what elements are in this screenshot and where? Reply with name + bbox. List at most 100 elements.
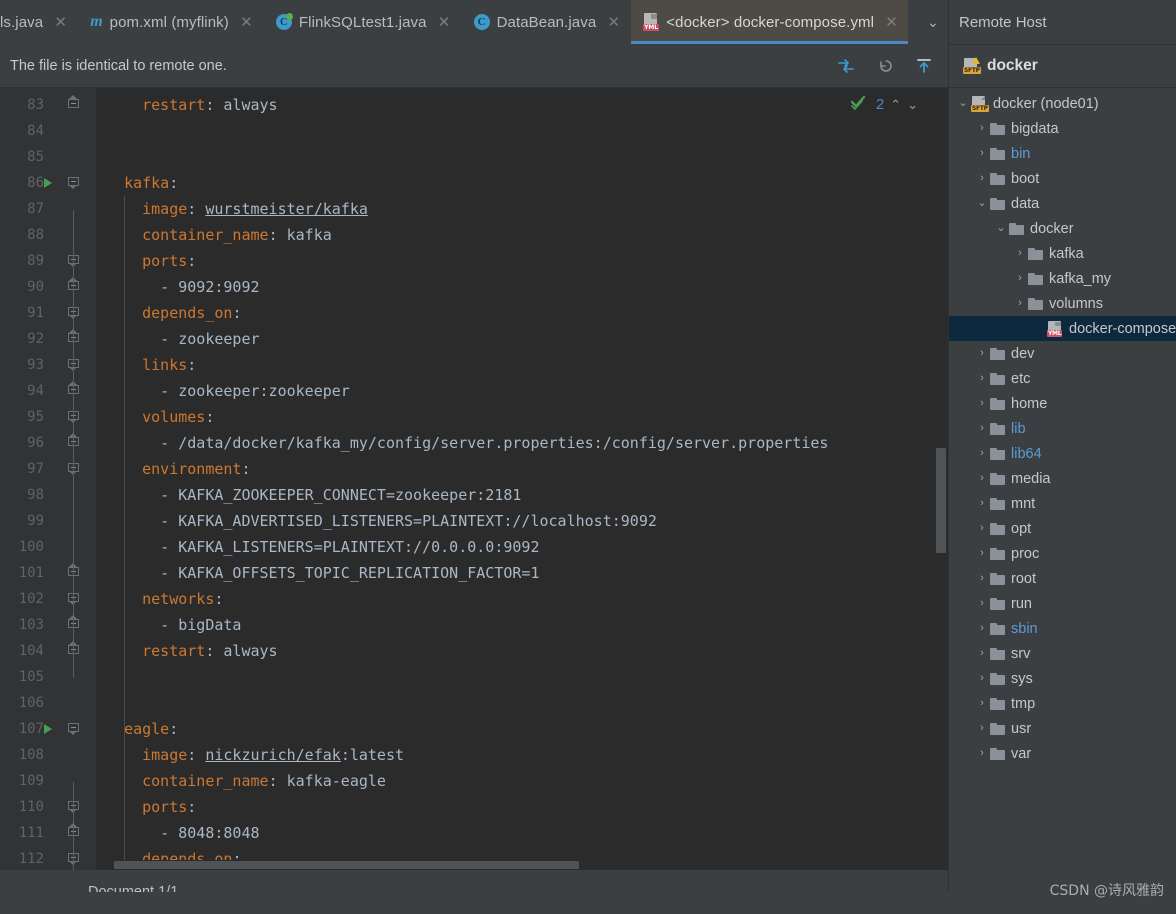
chevron-right-icon[interactable]: › bbox=[974, 698, 990, 709]
chevron-right-icon[interactable]: › bbox=[1012, 273, 1028, 284]
chevron-right-icon[interactable]: › bbox=[974, 348, 990, 359]
chevron-down-icon[interactable]: ⌄ bbox=[918, 0, 948, 44]
remote-server-selector[interactable]: SFTP docker bbox=[949, 44, 1176, 88]
code-token: : bbox=[187, 252, 197, 270]
editor-tab-ls-java[interactable]: ls.java ✕ bbox=[0, 0, 79, 44]
chevron-right-icon[interactable]: › bbox=[974, 373, 990, 384]
tree-node[interactable]: › bigdata bbox=[949, 116, 1176, 141]
chevron-right-icon[interactable]: › bbox=[974, 423, 990, 434]
tree-node-label: docker (node01) bbox=[993, 95, 1099, 112]
chevron-right-icon[interactable]: › bbox=[974, 148, 990, 159]
editor-tab-docker-docker-compose-yml[interactable]: YML <docker> docker-compose.yml ✕ bbox=[631, 0, 910, 44]
tree-node[interactable]: › lib bbox=[949, 416, 1176, 441]
editor-tab-pom-xml-myflink[interactable]: m pom.xml (myflink) ✕ bbox=[78, 0, 264, 44]
tree-node[interactable]: › tmp bbox=[949, 691, 1176, 716]
chevron-right-icon[interactable]: › bbox=[974, 598, 990, 609]
inspection-widget[interactable]: 2 ⌃ ⌄ bbox=[850, 94, 918, 115]
code-token: : bbox=[169, 174, 179, 192]
tree-node[interactable]: › bin bbox=[949, 141, 1176, 166]
code-token: restart bbox=[142, 96, 206, 114]
undo-icon[interactable] bbox=[875, 56, 895, 76]
chevron-right-icon[interactable]: › bbox=[974, 723, 990, 734]
tree-node[interactable]: › opt bbox=[949, 516, 1176, 541]
fold-up-icon[interactable] bbox=[68, 95, 79, 111]
tree-node[interactable]: › etc bbox=[949, 366, 1176, 391]
code-line: kafka: bbox=[96, 170, 948, 196]
ide-window: ls.java ✕ m pom.xml (myflink) ✕ C FlinkSQLtest… bbox=[0, 0, 1176, 914]
code-line: image: wurstmeister/kafka bbox=[96, 196, 948, 222]
tree-node[interactable]: › lib64 bbox=[949, 441, 1176, 466]
editor-gutter[interactable]: 83 84 85 86 87 88 89 90 91 92 93 94 95 96 97 98 99 100 101… bbox=[0, 88, 96, 870]
tree-node[interactable]: › home bbox=[949, 391, 1176, 416]
tree-node[interactable]: › boot bbox=[949, 166, 1176, 191]
chevron-right-icon[interactable]: › bbox=[974, 623, 990, 634]
upload-icon[interactable] bbox=[914, 56, 934, 76]
chevron-right-icon[interactable]: › bbox=[974, 523, 990, 534]
remote-host-tool-window-title[interactable]: Remote Host bbox=[948, 0, 1176, 44]
chevron-right-icon[interactable]: › bbox=[974, 673, 990, 684]
code-token: image bbox=[142, 746, 188, 764]
tree-node[interactable]: › sbin bbox=[949, 616, 1176, 641]
tree-node[interactable]: ⌄ data bbox=[949, 191, 1176, 216]
tree-node-selected[interactable]: YML docker-compose.yml bbox=[949, 316, 1176, 341]
editor-horizontal-scrollbar[interactable] bbox=[96, 860, 934, 870]
chevron-right-icon[interactable]: › bbox=[974, 748, 990, 759]
close-icon[interactable]: ✕ bbox=[885, 15, 898, 30]
tree-node[interactable]: › var bbox=[949, 741, 1176, 766]
code-token: always bbox=[214, 642, 278, 660]
editor-horizontal-scrollbar-thumb[interactable] bbox=[114, 861, 579, 869]
tree-node[interactable]: › root bbox=[949, 566, 1176, 591]
chevron-right-icon[interactable]: › bbox=[974, 648, 990, 659]
run-gutter-icon[interactable] bbox=[44, 178, 52, 188]
chevron-right-icon[interactable]: › bbox=[974, 548, 990, 559]
tree-node[interactable]: ⌄ SFTP docker (node01) bbox=[949, 91, 1176, 116]
maven-icon: m bbox=[90, 13, 103, 30]
editor-vertical-scrollbar[interactable] bbox=[934, 88, 948, 870]
editor-vertical-scrollbar-thumb[interactable] bbox=[936, 448, 946, 553]
chevron-right-icon[interactable]: › bbox=[1012, 298, 1028, 309]
code-token: : bbox=[232, 304, 242, 322]
tree-node[interactable]: › kafka bbox=[949, 241, 1176, 266]
run-gutter-icon[interactable] bbox=[44, 724, 52, 734]
chevron-right-icon[interactable]: › bbox=[974, 123, 990, 134]
close-icon[interactable]: ✕ bbox=[54, 15, 67, 30]
next-problem-button[interactable]: ⌄ bbox=[907, 97, 918, 113]
tree-node[interactable]: › volumns bbox=[949, 291, 1176, 316]
tree-node[interactable]: › media bbox=[949, 466, 1176, 491]
fold-down-icon[interactable] bbox=[68, 723, 79, 735]
chevron-right-icon[interactable]: › bbox=[974, 448, 990, 459]
code-line: depends_on: bbox=[96, 300, 948, 326]
code-editor[interactable]: 83 84 85 86 87 88 89 90 91 92 93 94 95 96 97 98 99 100 101… bbox=[0, 88, 948, 870]
tree-node[interactable]: › proc bbox=[949, 541, 1176, 566]
chevron-right-icon[interactable]: › bbox=[974, 173, 990, 184]
close-icon[interactable]: ✕ bbox=[240, 15, 253, 30]
chevron-down-icon[interactable]: ⌄ bbox=[974, 198, 990, 209]
tree-node[interactable]: › dev bbox=[949, 341, 1176, 366]
tree-node[interactable]: ⌄ docker bbox=[949, 216, 1176, 241]
chevron-right-icon[interactable]: › bbox=[974, 498, 990, 509]
code-text-pane[interactable]: restart: always kafka: image: wurstmeist… bbox=[96, 88, 948, 870]
tree-node[interactable]: › kafka_my bbox=[949, 266, 1176, 291]
editor-tab-flinksqltest1-java[interactable]: C FlinkSQLtest1.java ✕ bbox=[264, 0, 462, 44]
tree-node[interactable]: › run bbox=[949, 591, 1176, 616]
image-link[interactable]: wurstmeister/kafka bbox=[205, 200, 368, 218]
close-icon[interactable]: ✕ bbox=[607, 15, 620, 30]
tree-node[interactable]: › mnt bbox=[949, 491, 1176, 516]
chevron-right-icon[interactable]: › bbox=[974, 573, 990, 584]
close-icon[interactable]: ✕ bbox=[438, 15, 451, 30]
editor-tab-databean-java[interactable]: C DataBean.java ✕ bbox=[462, 0, 632, 44]
chevron-right-icon[interactable]: › bbox=[974, 398, 990, 409]
remote-file-tree[interactable]: ⌄ SFTP docker (node01) › bigdata › bin › boot ⌄ da… bbox=[949, 88, 1176, 914]
tree-node[interactable]: › srv bbox=[949, 641, 1176, 666]
chevron-down-icon[interactable]: ⌄ bbox=[993, 223, 1009, 234]
tree-node[interactable]: › usr bbox=[949, 716, 1176, 741]
chevron-down-icon[interactable]: ⌄ bbox=[955, 98, 971, 109]
previous-problem-button[interactable]: ⌃ bbox=[890, 97, 901, 113]
compare-arrows-icon[interactable] bbox=[836, 56, 856, 76]
tree-node[interactable]: › sys bbox=[949, 666, 1176, 691]
chevron-right-icon[interactable]: › bbox=[1012, 248, 1028, 259]
chevron-right-icon[interactable]: › bbox=[974, 473, 990, 484]
image-link[interactable]: nickzurich/efak bbox=[205, 746, 340, 764]
fold-down-icon[interactable] bbox=[68, 177, 79, 189]
